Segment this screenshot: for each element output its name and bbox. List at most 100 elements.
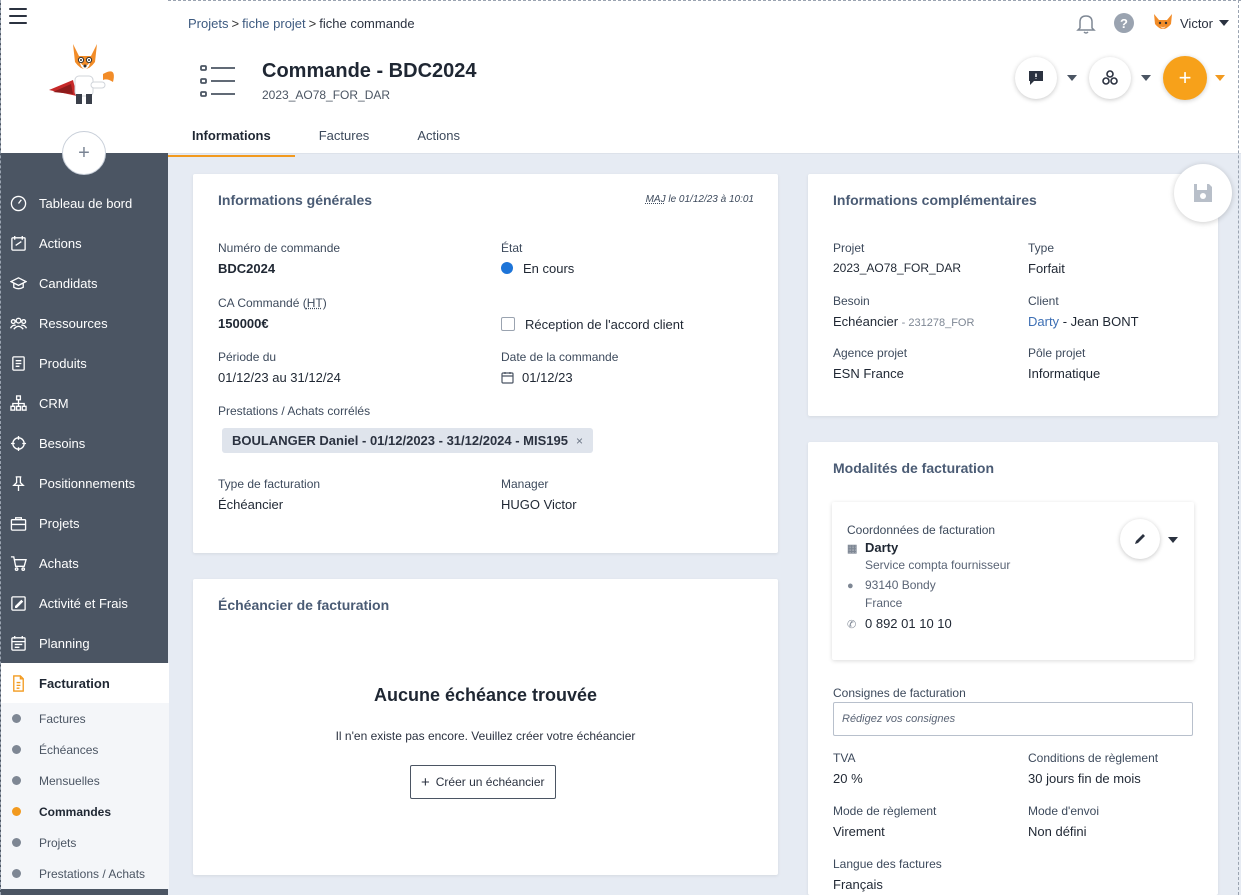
quick-add-button[interactable]: +: [62, 131, 106, 175]
help-icon[interactable]: ?: [1114, 13, 1134, 33]
sidebar-item-label: CRM: [39, 395, 69, 411]
field-value: Virement: [833, 824, 885, 839]
chevron-down-icon[interactable]: [1168, 537, 1178, 543]
field-label: Numéro de commande: [218, 241, 341, 255]
sidebar-item-label: Planning: [39, 635, 90, 651]
breadcrumb: Projets > fiche projet > fiche commande: [188, 16, 415, 31]
org-chart-icon: [9, 394, 27, 412]
field-project: Projet 2023_AO78_FOR_DAR: [833, 241, 961, 275]
chevron-down-icon[interactable]: [1067, 75, 1077, 81]
client-agreement-checkbox-row[interactable]: Réception de l'accord client: [501, 317, 684, 332]
field-manager: Manager HUGO Victor: [501, 477, 577, 512]
field-payment-terms: Conditions de règlement 30 jours fin de …: [1028, 751, 1158, 786]
edit-billing-contact-button[interactable]: [1120, 519, 1160, 559]
sidebar: + Tableau de bord Actions Candidats Ress…: [0, 0, 169, 895]
sidebar-item-produits[interactable]: Produits: [1, 343, 169, 383]
last-updated: MAJ le 01/12/23 à 10:01: [646, 194, 754, 205]
need-link[interactable]: Echéancier: [833, 314, 898, 329]
chevron-down-icon[interactable]: [1141, 75, 1151, 81]
subnav-item-projets[interactable]: Projets: [1, 827, 169, 858]
subnav-item-prestations-achats[interactable]: Prestations / Achats: [1, 858, 169, 889]
sidebar-item-besoins[interactable]: Besoins: [1, 423, 169, 463]
sidebar-item-projets[interactable]: Projets: [1, 503, 169, 543]
sidebar-item-positionnements[interactable]: Positionnements: [1, 463, 169, 503]
bullet-icon: [12, 745, 21, 754]
field-label: Mode de règlement: [833, 804, 937, 818]
tab-factures[interactable]: Factures: [295, 120, 394, 157]
field-label: Date de la commande: [501, 350, 619, 364]
bell-icon[interactable]: [1076, 12, 1096, 34]
save-button[interactable]: [1174, 164, 1232, 222]
sidebar-item-label: Positionnements: [39, 475, 136, 491]
user-name: Victor: [1180, 15, 1213, 31]
status-badge: En cours: [501, 261, 574, 276]
related-chip[interactable]: BOULANGER Daniel - 01/12/2023 - 31/12/20…: [222, 428, 594, 453]
field-label: Type: [1028, 241, 1055, 255]
field-value: Forfait: [1028, 261, 1065, 276]
subnav-label: Mensuelles: [39, 773, 100, 788]
calendar-icon: [9, 634, 27, 652]
add-button[interactable]: +: [1163, 56, 1207, 100]
sidebar-item-planning[interactable]: Planning: [1, 623, 169, 663]
field-order-date: Date de la commande 01/12/23: [501, 350, 618, 385]
client-company-link[interactable]: Darty: [1028, 314, 1059, 329]
field-value: 01/12/23: [522, 370, 573, 385]
input-placeholder: Rédigez vos consignes: [842, 713, 956, 725]
tab-informations[interactable]: Informations: [168, 120, 295, 157]
people-icon: [9, 314, 27, 332]
sidebar-item-achats[interactable]: Achats: [1, 543, 169, 583]
field-need: Besoin Echéancier - 231278_FOR: [833, 294, 974, 329]
subnav-item-mensuelles[interactable]: Mensuelles: [1, 765, 169, 796]
field-value: Échéancier: [218, 497, 284, 512]
sidebar-item-actions[interactable]: Actions: [1, 223, 169, 263]
client-contact-link[interactable]: - Jean BONT: [1063, 314, 1139, 329]
field-value: ESN France: [833, 366, 904, 381]
page-header: Projets > fiche projet > fiche commande ? Vi…: [168, 0, 1241, 157]
menu-icon[interactable]: [9, 8, 27, 24]
chip-label: BOULANGER Daniel - 01/12/2023 - 31/12/20…: [232, 433, 568, 448]
phone-icon: ✆: [847, 619, 857, 631]
close-icon[interactable]: ×: [576, 434, 583, 448]
floppy-disk-icon: [1194, 184, 1212, 202]
subnav-item-factures[interactable]: Factures: [1, 703, 169, 734]
subnav-label: Échéances: [39, 742, 99, 757]
create-schedule-button[interactable]: + Créer un échéancier: [410, 765, 556, 799]
subnav-item-commandes[interactable]: Commandes: [1, 796, 169, 827]
sidebar-item-label: Ressources: [39, 315, 108, 331]
graduation-cap-icon: [9, 274, 27, 292]
comment-button[interactable]: [1015, 57, 1057, 99]
breadcrumb-link-projets[interactable]: Projets: [188, 16, 228, 31]
sidebar-item-activite-et-frais[interactable]: Activité et Frais: [1, 583, 169, 623]
sidebar-item-facturation[interactable]: Facturation: [1, 663, 169, 703]
briefcase-icon: [9, 514, 27, 532]
sidebar-item-label: Projets: [39, 515, 80, 531]
billing-instructions-input[interactable]: Rédigez vos consignes: [833, 702, 1193, 736]
breadcrumb-link-fiche-projet[interactable]: fiche projet: [242, 16, 306, 31]
field-order-number: Numéro de commande BDC2024: [218, 241, 340, 276]
tools-button[interactable]: [1089, 57, 1131, 99]
sidebar-item-candidats[interactable]: Candidats: [1, 263, 169, 303]
building-icon: ▦: [847, 543, 858, 555]
field-language: Langue des factures Français: [833, 857, 942, 892]
user-menu[interactable]: Victor: [1152, 12, 1229, 34]
status-text: En cours: [523, 261, 575, 276]
order-date-picker[interactable]: 01/12/23: [501, 370, 618, 385]
field-value: 150000€: [218, 316, 269, 331]
sidebar-item-crm[interactable]: CRM: [1, 383, 169, 423]
subnav-item-echeances[interactable]: Échéances: [1, 734, 169, 765]
page-subtitle: 2023_AO78_FOR_DAR: [262, 88, 391, 102]
sidebar-item-ressources[interactable]: Ressources: [1, 303, 169, 343]
tab-actions[interactable]: Actions: [393, 120, 484, 157]
sidebar-item-tableau-de-bord[interactable]: Tableau de bord: [1, 183, 169, 223]
client-agreement-checkbox[interactable]: [501, 317, 515, 331]
chevron-down-icon[interactable]: [1215, 75, 1225, 81]
field-label: Projet: [833, 241, 865, 255]
field-ca: CA Commandé (HT) 150000€: [218, 296, 327, 331]
billing-address: ● 93140 Bondy: [847, 578, 936, 592]
sidebar-item-label: Facturation: [39, 675, 110, 691]
pencil-icon: [1135, 534, 1145, 544]
billing-service: Service compta fournisseur: [865, 558, 1011, 572]
field-label: CA Commandé (HT): [218, 296, 327, 310]
field-label: Langue des factures: [833, 857, 942, 871]
page-title: Commande - BDC2024: [262, 60, 477, 82]
